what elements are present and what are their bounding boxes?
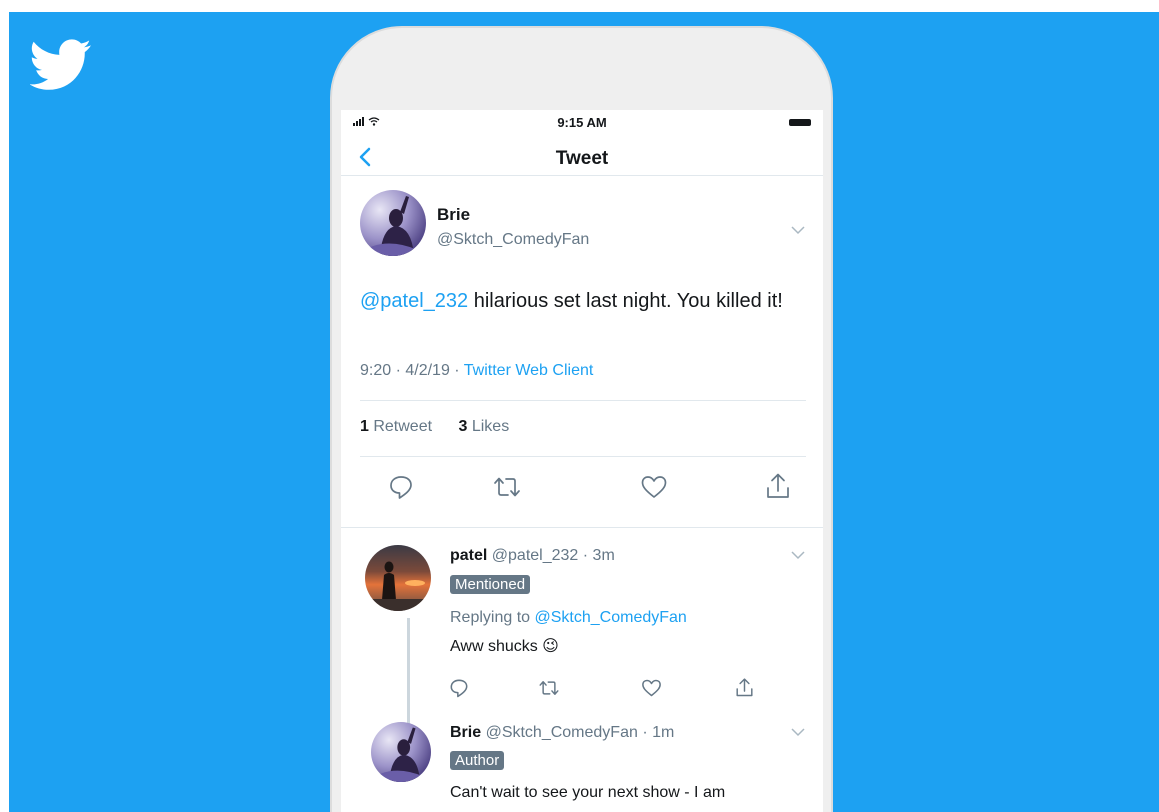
phone-screen: 9:15 AM Tweet Brie @Sktch_ComedyFan @pat… <box>341 110 823 812</box>
phone-frame: 9:15 AM Tweet Brie @Sktch_ComedyFan @pat… <box>330 26 833 812</box>
nav-bar: Tweet <box>341 136 823 176</box>
twitter-bird-icon <box>30 39 91 90</box>
reply-header: Brie @Sktch_ComedyFan · 1m <box>450 724 674 742</box>
like-stat[interactable]: 3 Likes <box>459 418 510 435</box>
avatar[interactable] <box>365 545 431 611</box>
divider <box>341 527 823 528</box>
replying-to-handle[interactable]: @Sktch_ComedyFan <box>535 609 687 626</box>
replying-to-label: Replying to <box>450 609 535 626</box>
reply-author-name[interactable]: patel <box>450 547 487 564</box>
share-icon[interactable] <box>735 677 754 698</box>
tweet-meta: 9:20 · 4/2/19 · Twitter Web Client <box>360 362 593 380</box>
like-label: Likes <box>467 418 510 435</box>
avatar[interactable] <box>360 190 426 256</box>
reply-text: Aww shucks 😉 <box>450 638 559 655</box>
reply-text: Can't wait to see your next show - I am <box>450 784 726 801</box>
tweet-stats: 1 Retweet 3 Likes <box>360 418 509 436</box>
avatar-image <box>360 190 426 256</box>
reply-author-name[interactable]: Brie <box>450 724 481 741</box>
retweet-count: 1 <box>360 418 369 435</box>
retweet-icon[interactable] <box>492 474 522 500</box>
divider <box>360 400 806 401</box>
divider <box>360 456 806 457</box>
tweet-body: hilarious set last night. You killed it! <box>468 290 783 312</box>
page-title: Tweet <box>555 148 609 169</box>
chevron-down-icon[interactable] <box>791 551 805 560</box>
tweet-actions <box>341 472 823 504</box>
share-icon[interactable] <box>765 472 791 500</box>
tweet-text: @patel_232 hilarious set last night. You… <box>360 286 790 316</box>
mention-link[interactable]: @patel_232 <box>360 290 468 312</box>
author-badge: Author <box>450 751 505 770</box>
retweet-icon[interactable] <box>538 678 560 698</box>
author-name[interactable]: Brie <box>437 205 470 225</box>
reply-icon[interactable] <box>388 474 414 500</box>
avatar-image <box>371 722 431 782</box>
heart-icon[interactable] <box>640 474 668 500</box>
reply-icon[interactable] <box>449 678 469 698</box>
heart-icon[interactable] <box>641 678 662 698</box>
client-link[interactable]: Twitter Web Client <box>464 362 594 379</box>
thread-line <box>407 618 410 736</box>
chevron-down-icon[interactable] <box>791 728 805 737</box>
status-bar: 9:15 AM <box>341 110 823 132</box>
mentioned-badge: Mentioned <box>450 575 531 594</box>
tweet-timestamp: 9:20 · 4/2/19 · <box>360 362 464 379</box>
avatar-image <box>365 545 431 611</box>
retweet-label: Retweet <box>368 418 433 435</box>
reply-handle-time: @patel_232 · 3m <box>487 547 615 564</box>
replying-to: Replying to @Sktch_ComedyFan <box>450 609 687 627</box>
reply-handle-time: @Sktch_ComedyFan · 1m <box>481 724 675 741</box>
battery-icon <box>789 119 811 126</box>
reply-actions <box>341 678 823 702</box>
reply-header: patel @patel_232 · 3m <box>450 547 615 565</box>
chevron-down-icon[interactable] <box>791 226 805 235</box>
author-handle[interactable]: @Sktch_ComedyFan <box>437 231 589 249</box>
retweet-stat[interactable]: 1 Retweet <box>360 418 432 435</box>
avatar[interactable] <box>371 722 431 782</box>
status-time: 9:15 AM <box>557 115 607 130</box>
